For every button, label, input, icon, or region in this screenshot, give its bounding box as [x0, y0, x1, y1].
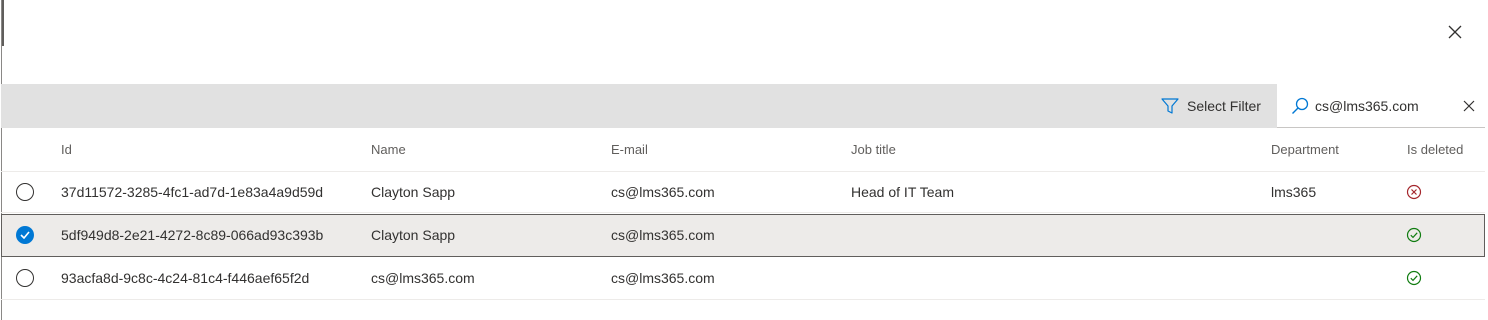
cell-id: 37d11572-3285-4fc1-ad7d-1e83a4a9d59d [61, 184, 324, 200]
panel-edge [2, 0, 4, 46]
cell-department: lms365 [1271, 184, 1317, 200]
cell-id: 5df949d8-2e21-4272-8c89-066ad93c393b [61, 227, 324, 243]
clear-search-button[interactable] [1455, 92, 1483, 120]
select-filter-label: Select Filter [1187, 98, 1261, 114]
column-header-is-deleted[interactable]: Is deleted [1407, 128, 1463, 171]
cell-email: cs@lms365.com [611, 227, 715, 243]
clear-icon [1463, 100, 1475, 111]
column-header-email[interactable]: E-mail [611, 128, 648, 171]
check-circle-icon [1406, 270, 1422, 286]
select-filter-button[interactable]: Select Filter [1161, 84, 1261, 128]
cell-job-title: Head of IT Team [851, 184, 954, 200]
cell-email: cs@lms365.com [611, 270, 715, 286]
table-row[interactable]: 37d11572-3285-4fc1-ad7d-1e83a4a9d59d Cla… [1, 171, 1485, 213]
cell-email: cs@lms365.com [611, 184, 715, 200]
grid-header: Id Name E-mail Job title Department Is d… [1, 128, 1485, 172]
column-header-name[interactable]: Name [371, 128, 406, 171]
row-select-radio[interactable] [16, 269, 34, 287]
row-select-radio[interactable] [16, 183, 34, 201]
column-header-department[interactable]: Department [1271, 128, 1339, 171]
table-row[interactable]: 93acfa8d-9c8c-4c24-81c4-f446aef65f2d cs@… [1, 257, 1485, 300]
table-row-selected[interactable]: 5df949d8-2e21-4272-8c89-066ad93c393b Cla… [1, 214, 1485, 257]
search-icon [1292, 97, 1309, 114]
command-bar: Select Filter [1, 84, 1485, 128]
cell-name: Clayton Sapp [371, 227, 456, 243]
search-input[interactable] [1315, 97, 1451, 114]
search-box[interactable] [1277, 84, 1485, 128]
filter-icon [1161, 98, 1179, 114]
error-circle-icon [1406, 184, 1422, 200]
cell-name: cs@lms365.com [371, 270, 475, 286]
cell-name: Clayton Sapp [371, 184, 456, 200]
cell-id: 93acfa8d-9c8c-4c24-81c4-f446aef65f2d [61, 270, 310, 286]
column-header-id[interactable]: Id [61, 128, 72, 171]
checkmark-icon [20, 231, 30, 239]
close-button[interactable] [1440, 22, 1470, 42]
close-icon [1448, 25, 1462, 39]
check-circle-icon [1406, 227, 1422, 243]
column-header-job-title[interactable]: Job title [851, 128, 896, 171]
row-select-radio-checked[interactable] [16, 226, 34, 244]
